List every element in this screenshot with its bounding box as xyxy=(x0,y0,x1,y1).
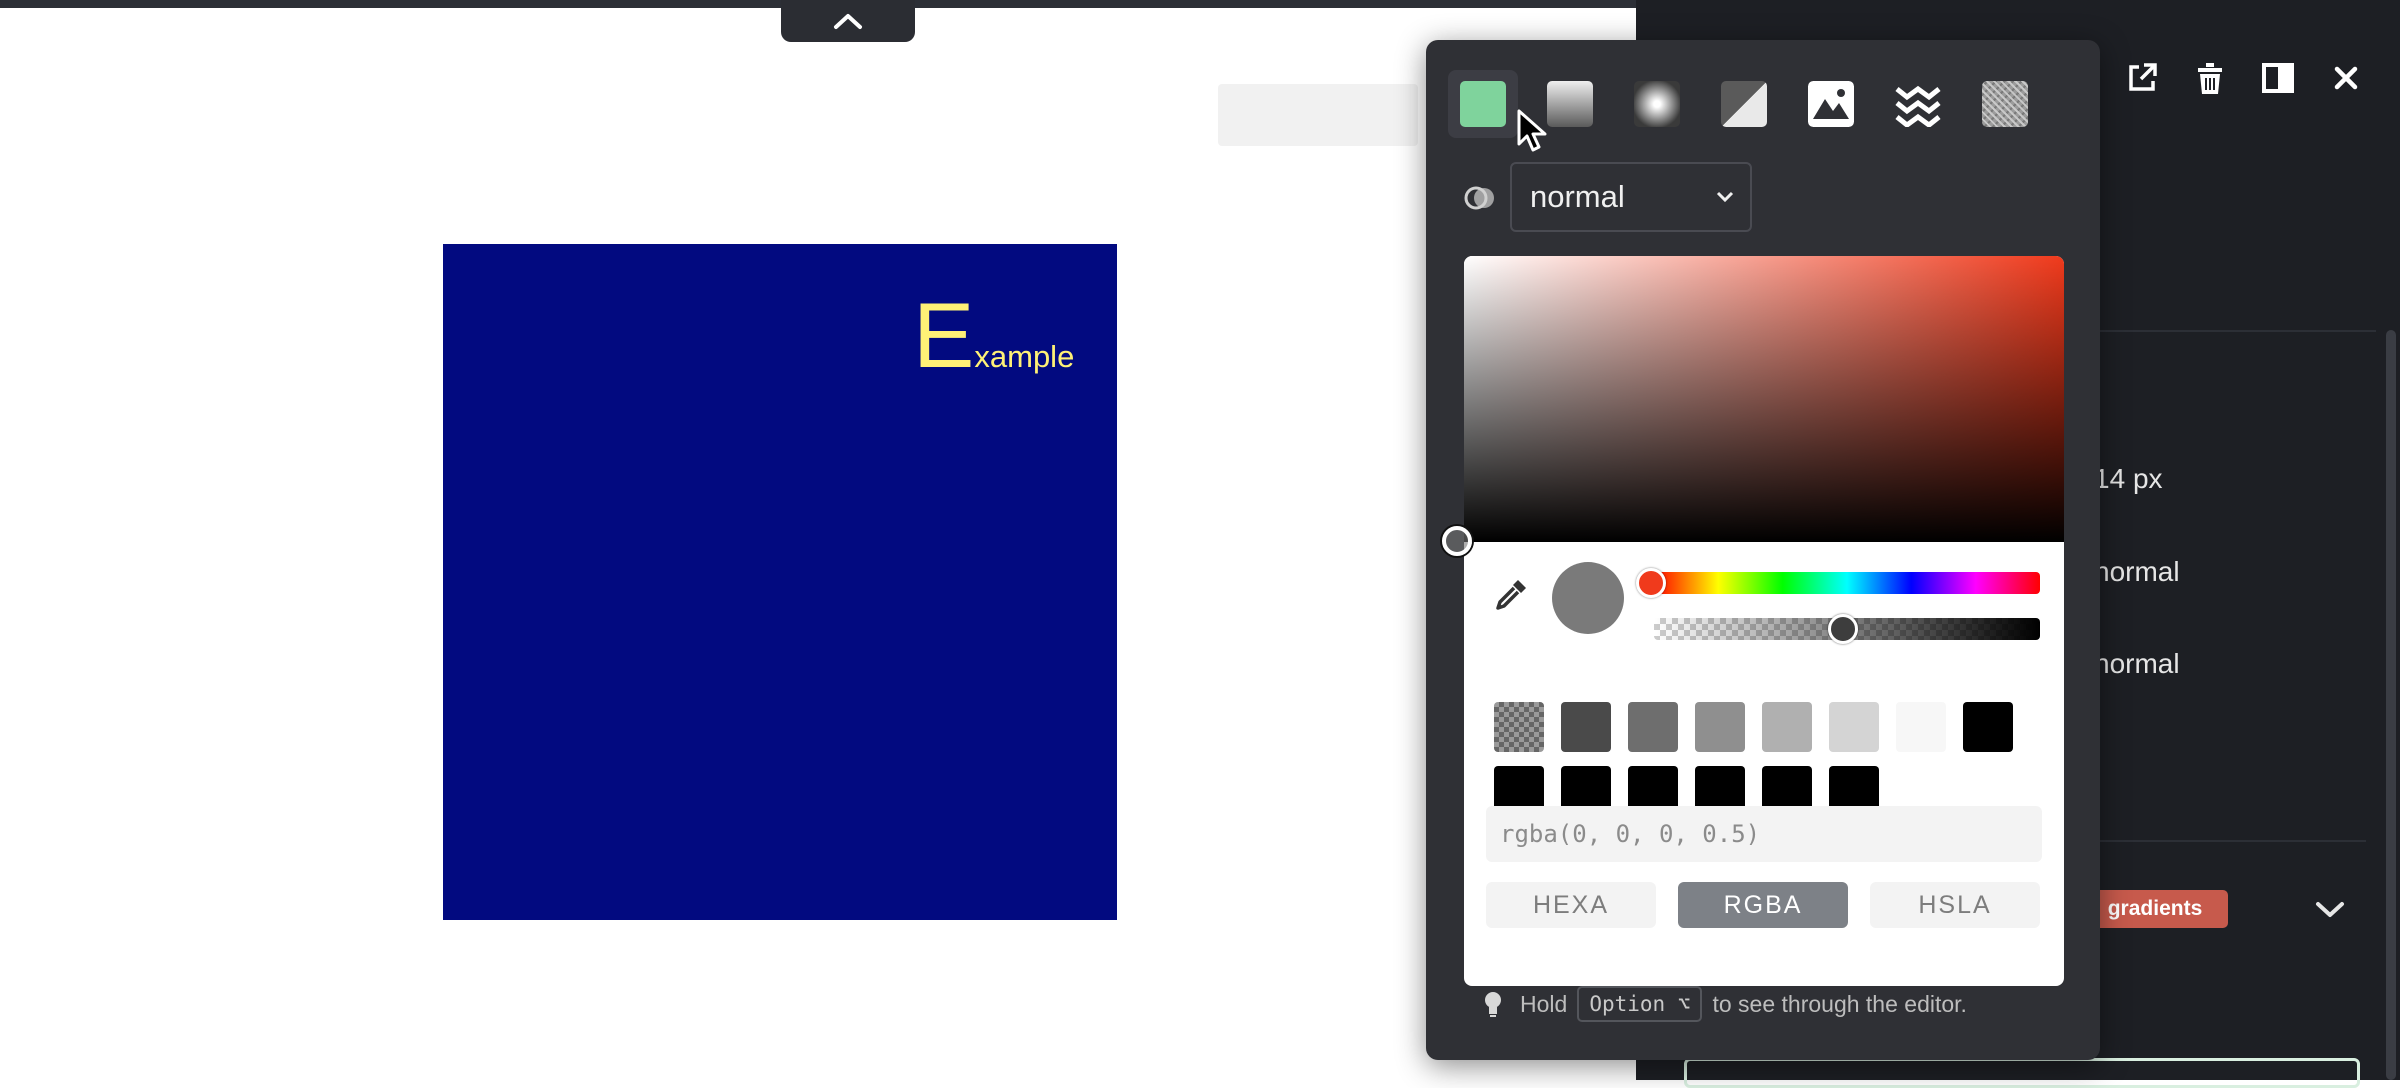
hue-slider[interactable] xyxy=(1654,572,2040,594)
swatch[interactable] xyxy=(1829,702,1879,752)
mode-image-button[interactable] xyxy=(1796,70,1866,138)
linear-gradient-icon xyxy=(1547,81,1593,127)
row-value-1[interactable]: normal xyxy=(2094,556,2180,588)
saturation-value-area[interactable] xyxy=(1464,256,2064,542)
swatch[interactable] xyxy=(1896,702,1946,752)
see-through-hint: Hold Option ⌥ to see through the editor. xyxy=(1480,982,1967,1026)
alpha-slider-handle[interactable] xyxy=(1828,614,1858,644)
example-rest: xample xyxy=(974,339,1075,374)
saturation-value-handle[interactable] xyxy=(1442,526,1472,556)
hint-after: to see through the editor. xyxy=(1712,990,1967,1017)
example-text[interactable]: Example xyxy=(913,290,1074,382)
solid-color-icon xyxy=(1460,81,1506,127)
chevron-down-icon[interactable] xyxy=(2310,890,2350,930)
radial-gradient-icon xyxy=(1634,81,1680,127)
mode-conic-gradient-button[interactable] xyxy=(1709,70,1779,138)
swatch[interactable] xyxy=(1561,702,1611,752)
collapse-toolbar-button[interactable] xyxy=(781,0,915,42)
format-hsla-button[interactable]: HSLA xyxy=(1870,882,2040,928)
noise-icon xyxy=(1982,81,2028,127)
external-link-icon[interactable] xyxy=(2122,58,2162,98)
chevron-down-icon xyxy=(1716,191,1734,203)
color-picker-card: rgba(0, 0, 0, 0.5) HEXA RGBA HSLA xyxy=(1464,256,2064,986)
row-value-2[interactable]: normal xyxy=(2094,648,2180,680)
hue-slider-handle[interactable] xyxy=(1636,568,1666,598)
close-icon[interactable] xyxy=(2326,58,2366,98)
swatch[interactable] xyxy=(1628,702,1678,752)
color-value-text: rgba(0, 0, 0, 0.5) xyxy=(1500,820,1761,848)
swatch-transparent[interactable] xyxy=(1494,702,1544,752)
blend-mode-value: normal xyxy=(1530,179,1625,214)
size-unit: px xyxy=(2132,463,2163,494)
blend-mode-icon xyxy=(1464,186,1494,210)
lightbulb-icon xyxy=(1485,992,1501,1017)
chevron-up-icon xyxy=(834,14,862,29)
mode-radial-gradient-button[interactable] xyxy=(1622,70,1692,138)
panel-selected-row xyxy=(1684,1058,2360,1088)
size-value[interactable]: 14 px xyxy=(2094,463,2163,495)
format-rgba-button[interactable]: RGBA xyxy=(1678,882,1848,928)
trash-icon[interactable] xyxy=(2190,58,2230,98)
mode-pattern-button[interactable] xyxy=(1883,70,1953,138)
canvas-element-box[interactable]: Example xyxy=(443,244,1117,920)
color-value-input[interactable]: rgba(0, 0, 0, 0.5) xyxy=(1486,806,2042,862)
hint-key: Option ⌥ xyxy=(1577,986,1703,1022)
conic-gradient-icon xyxy=(1721,81,1767,127)
gradients-badge[interactable]: gradients xyxy=(2082,890,2228,928)
pattern-icon xyxy=(1895,85,1941,127)
swatch[interactable] xyxy=(1695,702,1745,752)
mode-solid-button[interactable] xyxy=(1448,70,1518,138)
swatch[interactable] xyxy=(1963,702,2013,752)
mouse-cursor-icon xyxy=(1517,109,1547,152)
color-picker-popup: normal rgba(0, 0, 0, 0.5) HEXA RGBA HSLA… xyxy=(1426,40,2100,1060)
panel-scrollbar[interactable] xyxy=(2386,330,2396,1080)
ghost-chip xyxy=(1218,84,1418,146)
blend-mode-select[interactable]: normal xyxy=(1510,162,1752,232)
mode-noise-button[interactable] xyxy=(1970,70,2040,138)
eyedropper-icon[interactable] xyxy=(1494,576,1530,612)
color-preview xyxy=(1552,562,1624,634)
layout-toggle-icon[interactable] xyxy=(2258,58,2298,98)
image-icon xyxy=(1808,81,1854,127)
example-initial: E xyxy=(913,285,975,387)
hint-before: Hold xyxy=(1520,990,1568,1017)
format-hexa-button[interactable]: HEXA xyxy=(1486,882,1656,928)
swatch[interactable] xyxy=(1762,702,1812,752)
